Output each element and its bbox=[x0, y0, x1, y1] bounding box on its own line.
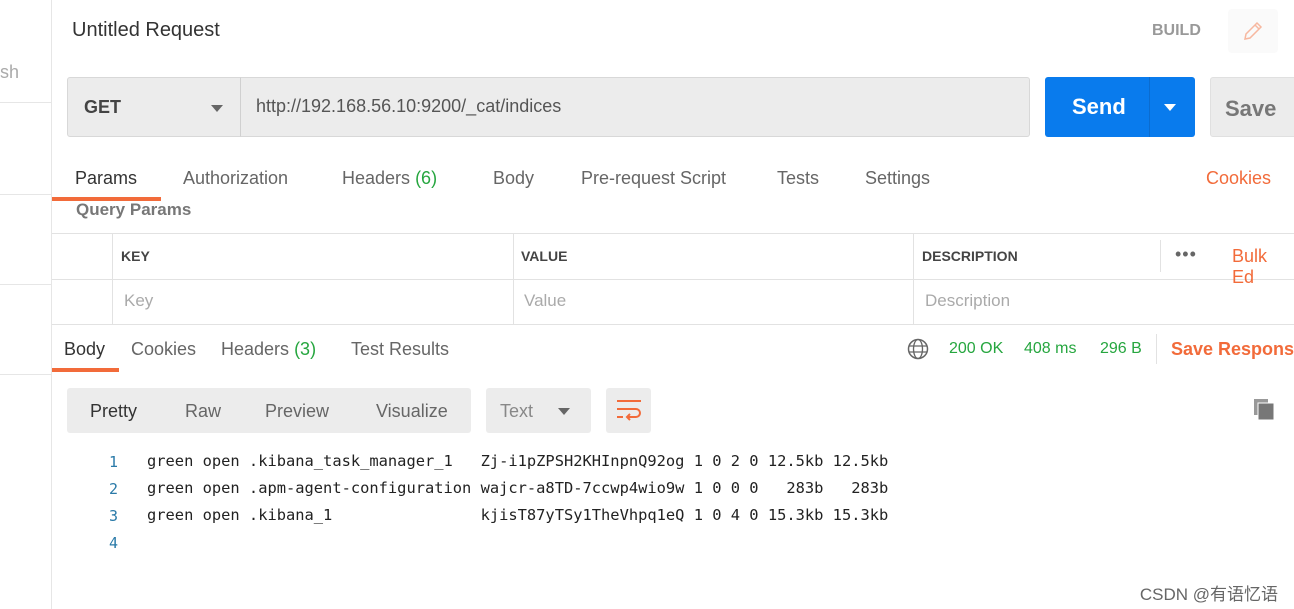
headers-count: (3) bbox=[294, 339, 317, 359]
description-input[interactable]: Description bbox=[925, 291, 1010, 311]
format-visualize[interactable]: Visualize bbox=[376, 401, 448, 422]
chevron-down-icon bbox=[211, 105, 223, 112]
content-type-value: Text bbox=[500, 401, 534, 421]
response-tab-body[interactable]: Body bbox=[64, 339, 105, 360]
column-key: KEY bbox=[121, 248, 150, 264]
wrap-lines-button[interactable] bbox=[606, 388, 651, 433]
divider bbox=[0, 374, 51, 375]
format-preview[interactable]: Preview bbox=[265, 401, 329, 422]
line-number: 2 bbox=[108, 480, 118, 498]
save-label: Save bbox=[1225, 96, 1277, 121]
bulk-edit-link[interactable]: Bulk Ed bbox=[1232, 246, 1294, 288]
send-label: Send bbox=[1072, 94, 1126, 119]
pencil-icon bbox=[1244, 21, 1263, 40]
request-title[interactable]: Untitled Request bbox=[72, 19, 220, 42]
send-button[interactable]: Send bbox=[1045, 77, 1195, 137]
divider bbox=[0, 102, 51, 103]
method-value: GET bbox=[84, 97, 122, 117]
divider bbox=[0, 284, 51, 285]
divider bbox=[52, 324, 1294, 325]
tab-pre-request-script[interactable]: Pre-request Script bbox=[581, 168, 726, 189]
divider bbox=[112, 233, 113, 324]
column-description: DESCRIPTION bbox=[922, 248, 1018, 264]
column-value: VALUE bbox=[521, 248, 568, 264]
line-number: 3 bbox=[108, 507, 118, 525]
line-number: 1 bbox=[108, 453, 118, 471]
key-input[interactable]: Key bbox=[124, 291, 153, 311]
response-line: green open .apm-agent-configuration wajc… bbox=[147, 479, 889, 497]
globe-icon[interactable] bbox=[907, 338, 929, 360]
watermark: CSDN @有语忆语 bbox=[1139, 585, 1278, 604]
divider bbox=[1160, 240, 1161, 272]
tab-headers[interactable]: Headers (6) bbox=[342, 168, 437, 189]
format-pretty[interactable]: Pretty bbox=[90, 401, 137, 422]
tab-label: Headers bbox=[221, 339, 290, 359]
wrap-icon bbox=[617, 400, 641, 421]
build-mode-label[interactable]: BUILD bbox=[1152, 22, 1201, 40]
content-type-select[interactable]: Text bbox=[486, 388, 591, 433]
response-tab-headers[interactable]: Headers (3) bbox=[221, 339, 316, 360]
status-code[interactable]: 200 OK bbox=[949, 340, 1003, 358]
divider bbox=[52, 233, 1294, 234]
response-line: green open .kibana_task_manager_1 Zj-i1p… bbox=[147, 452, 889, 470]
response-tab-test-results[interactable]: Test Results bbox=[351, 339, 449, 360]
url-input[interactable]: http://192.168.56.10:9200/_cat/indices bbox=[240, 77, 1030, 137]
query-params-title: Query Params bbox=[76, 200, 192, 219]
tab-tests[interactable]: Tests bbox=[777, 168, 819, 189]
tab-authorization[interactable]: Authorization bbox=[183, 168, 288, 189]
divider bbox=[1156, 334, 1157, 364]
line-number: 4 bbox=[108, 534, 118, 552]
sidebar: sh bbox=[0, 0, 52, 609]
response-tab-cookies[interactable]: Cookies bbox=[131, 339, 196, 360]
divider bbox=[0, 194, 51, 195]
divider bbox=[513, 233, 514, 324]
save-button[interactable]: Save bbox=[1210, 77, 1294, 137]
sidebar-partial-text: sh bbox=[0, 62, 20, 82]
response-size[interactable]: 296 B bbox=[1100, 340, 1142, 358]
cookies-link[interactable]: Cookies bbox=[1206, 168, 1271, 189]
copy-icon[interactable] bbox=[1253, 398, 1277, 422]
tab-body[interactable]: Body bbox=[493, 168, 534, 189]
response-line: green open .kibana_1 kjisT87yTSy1TheVhpq… bbox=[147, 506, 889, 524]
response-time[interactable]: 408 ms bbox=[1024, 340, 1076, 358]
method-select[interactable]: GET bbox=[67, 77, 241, 137]
divider bbox=[1149, 77, 1150, 137]
headers-count: (6) bbox=[415, 168, 438, 188]
tab-params[interactable]: Params bbox=[75, 168, 137, 189]
save-response-button[interactable]: Save Response bbox=[1171, 339, 1294, 360]
chevron-down-icon bbox=[558, 408, 570, 415]
value-input[interactable]: Value bbox=[524, 291, 566, 311]
divider bbox=[913, 233, 914, 324]
edit-button[interactable] bbox=[1228, 9, 1278, 53]
more-options-icon[interactable]: ••• bbox=[1175, 244, 1197, 265]
divider bbox=[52, 279, 1294, 280]
send-options-chevron-icon[interactable] bbox=[1164, 104, 1176, 111]
tab-settings[interactable]: Settings bbox=[865, 168, 930, 189]
active-tab-indicator bbox=[52, 368, 119, 372]
tab-label: Headers bbox=[342, 168, 411, 188]
format-raw[interactable]: Raw bbox=[185, 401, 221, 422]
